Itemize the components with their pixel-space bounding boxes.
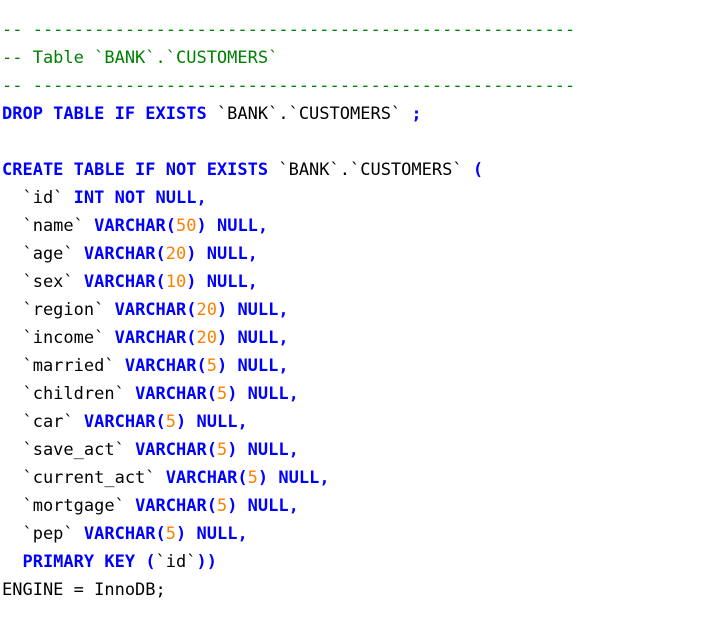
code-line: `id` INT NOT NULL,: [2, 184, 728, 212]
code-keyword: VARCHAR(: [83, 412, 166, 432]
code-comment: -- Table `BANK`.`CUSTOMERS`: [2, 48, 279, 68]
code-text: `car`: [2, 412, 84, 432]
code-keyword: VARCHAR(: [135, 496, 217, 516]
code-keyword: ;: [411, 104, 422, 124]
code-number: 5: [247, 468, 258, 488]
code-keyword: (: [145, 552, 156, 572]
code-line: `age` VARCHAR(20) NULL,: [2, 240, 728, 268]
code-keyword: )): [196, 552, 217, 572]
code-keyword: ) NULL,: [186, 272, 258, 292]
code-line: `mortgage` VARCHAR(5) NULL,: [2, 492, 728, 520]
code-number: 20: [196, 300, 217, 320]
code-line: `married` VARCHAR(5) NULL,: [2, 352, 728, 380]
code-keyword: ) NULL,: [186, 244, 258, 264]
code-keyword: ) NULL,: [176, 524, 248, 544]
code-number: 10: [165, 272, 187, 292]
code-number: 5: [206, 356, 217, 376]
code-keyword: VARCHAR(: [83, 272, 166, 292]
code-line: PRIMARY KEY (`id`)): [2, 548, 728, 576]
code-text: `BANK`.`CUSTOMERS`: [268, 160, 473, 180]
sql-code-editor[interactable]: -- -------------------------------------…: [0, 16, 728, 626]
code-keyword: ) NULL,: [227, 384, 299, 404]
code-keyword: DROP TABLE IF EXISTS: [2, 104, 207, 124]
code-line: `pep` VARCHAR(5) NULL,: [2, 520, 728, 548]
code-keyword: VARCHAR(: [83, 244, 166, 264]
code-text: ENGINE = InnoDB;: [2, 580, 166, 600]
code-keyword: VARCHAR(: [83, 524, 166, 544]
code-text: `income`: [2, 328, 115, 348]
code-keyword: INT NOT NULL,: [73, 188, 207, 208]
code-keyword: (: [472, 160, 484, 180]
code-text: `name`: [2, 216, 95, 236]
code-text: `married`: [2, 356, 125, 376]
code-keyword: VARCHAR(: [114, 300, 197, 320]
code-number: 5: [165, 412, 177, 432]
code-keyword: ) NULL,: [196, 216, 269, 236]
code-text: `sex`: [2, 272, 84, 292]
code-keyword: ) NULL,: [176, 412, 248, 432]
code-keyword: VARCHAR(: [114, 328, 197, 348]
code-line: `current_act` VARCHAR(5) NULL,: [2, 464, 728, 492]
code-line: -- -------------------------------------…: [2, 72, 728, 100]
code-keyword: PRIMARY KEY: [2, 552, 136, 572]
code-number: 5: [216, 496, 228, 516]
code-text: `pep`: [2, 524, 84, 544]
code-text: `children`: [2, 384, 136, 404]
code-text: `BANK`.`CUSTOMERS`: [206, 104, 412, 124]
code-line: -- -------------------------------------…: [2, 16, 728, 44]
code-text: `save_act`: [2, 440, 136, 460]
code-number: 20: [165, 244, 187, 264]
code-line: `region` VARCHAR(20) NULL,: [2, 296, 728, 324]
code-number: 5: [216, 440, 228, 460]
code-keyword: ) NULL,: [216, 328, 289, 348]
code-line: DROP TABLE IF EXISTS `BANK`.`CUSTOMERS` …: [2, 100, 728, 128]
code-line: `car` VARCHAR(5) NULL,: [2, 408, 728, 436]
code-text: `age`: [2, 244, 84, 264]
code-number: 20: [196, 328, 217, 348]
code-keyword: VARCHAR(: [165, 468, 248, 488]
code-keyword: VARCHAR(: [94, 216, 177, 236]
code-keyword: ) NULL,: [216, 300, 289, 320]
code-line: `sex` VARCHAR(10) NULL,: [2, 268, 728, 296]
code-line: CREATE TABLE IF NOT EXISTS `BANK`.`CUSTO…: [2, 156, 728, 184]
code-number: 5: [165, 524, 177, 544]
code-text: `mortgage`: [2, 496, 136, 516]
code-keyword: ) NULL,: [216, 356, 289, 376]
code-keyword: ) NULL,: [257, 468, 330, 488]
code-line: `save_act` VARCHAR(5) NULL,: [2, 436, 728, 464]
code-text: `region`: [2, 300, 115, 320]
code-text: `id`: [155, 552, 197, 572]
code-comment: -- -------------------------------------…: [2, 76, 576, 96]
code-line: -- Table `BANK`.`CUSTOMERS`: [2, 44, 728, 72]
code-line: `name` VARCHAR(50) NULL,: [2, 212, 728, 240]
code-text: `id`: [2, 188, 74, 208]
code-line: ENGINE = InnoDB;: [2, 576, 728, 604]
code-keyword: VARCHAR(: [124, 356, 207, 376]
code-line: `income` VARCHAR(20) NULL,: [2, 324, 728, 352]
code-keyword: ) NULL,: [227, 440, 299, 460]
code-number: 50: [176, 216, 197, 236]
code-number: 5: [216, 384, 228, 404]
code-keyword: VARCHAR(: [135, 440, 217, 460]
code-line: `children` VARCHAR(5) NULL,: [2, 380, 728, 408]
code-comment: -- -------------------------------------…: [2, 20, 576, 40]
code-keyword: CREATE TABLE IF NOT EXISTS: [2, 160, 269, 180]
code-text: `current_act`: [2, 468, 166, 488]
code-keyword: VARCHAR(: [135, 384, 217, 404]
code-keyword: ) NULL,: [227, 496, 299, 516]
